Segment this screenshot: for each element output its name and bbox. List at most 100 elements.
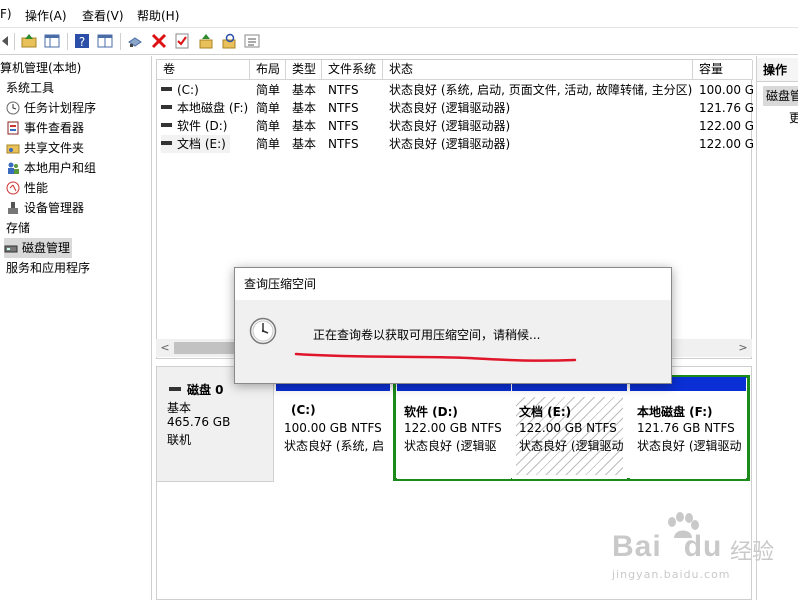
column-header-volume[interactable]: 卷 — [157, 60, 250, 80]
partition-c[interactable]: (C:) 100.00 GB NTFS 状态良好 (系统, 启 — [276, 377, 390, 479]
cell-type: 基本 — [292, 137, 317, 151]
cell-layout: 简单 — [256, 101, 281, 115]
query-shrink-dialog: 查询压缩空间 正在查询卷以获取可用压缩空间，请稍候... — [234, 267, 672, 384]
scroll-left-arrow[interactable]: < — [156, 339, 174, 357]
cell-capacity: 121.76 G — [699, 101, 753, 115]
column-header-status[interactable]: 状态 — [383, 60, 693, 80]
menu-help[interactable]: 帮助(H) — [137, 7, 179, 24]
partition-body: 软件 (D:) 122.00 GB NTFS 状态良好 (逻辑驱 — [401, 397, 507, 475]
watermark-url: jingyan.baidu.com — [612, 568, 731, 581]
partition-name: (C:) — [291, 403, 316, 417]
partition-status: 状态良好 (逻辑驱动 — [637, 439, 742, 453]
export-up-icon[interactable] — [197, 32, 215, 50]
tree-item-shared-folders[interactable]: 共享文件夹 — [6, 138, 84, 158]
partition-status: 状态良好 (逻辑驱 — [404, 439, 497, 453]
actions-item-disk-management[interactable]: 磁盘管 — [763, 86, 798, 106]
tree-item-storage[interactable]: 存储 — [6, 218, 30, 238]
tree-item-task-scheduler[interactable]: 任务计划程序 — [6, 98, 96, 118]
cell-type: 基本 — [292, 101, 317, 115]
cell-capacity: 100.00 G — [699, 83, 753, 97]
actions-header: 操作 — [757, 58, 798, 82]
check-icon[interactable] — [173, 32, 191, 50]
help-icon[interactable]: ? — [73, 32, 91, 50]
show-hide-tree-icon[interactable] — [43, 32, 61, 50]
tree-item-local-users[interactable]: 本地用户和组 — [6, 158, 96, 178]
volume-icon — [161, 105, 172, 109]
menu-view[interactable]: 查看(V) — [82, 7, 124, 24]
cell-capacity: 122.00 G — [699, 137, 753, 151]
actions-item-more[interactable]: 更 — [789, 108, 798, 128]
menu-file[interactable]: F) — [0, 7, 12, 21]
partition-name: 本地磁盘 (F:) — [637, 405, 713, 419]
users-icon — [8, 162, 19, 174]
volume-icon — [161, 141, 172, 145]
tree-item-event-viewer[interactable]: 事件查看器 — [6, 118, 84, 138]
watermark-sub: 经验 — [730, 540, 775, 565]
toolbar: ? — [0, 28, 798, 55]
tree-item-device-manager[interactable]: 设备管理器 — [6, 198, 84, 218]
tree-root[interactable]: 算机管理(本地) — [0, 58, 81, 78]
partition-size: 100.00 GB NTFS — [284, 421, 382, 435]
partition-body: 本地磁盘 (F:) 121.76 GB NTFS 状态良好 (逻辑驱动 — [634, 397, 742, 475]
cell-status: 状态良好 (系统, 启动, 页面文件, 活动, 故障转储, 主分区) — [389, 83, 693, 97]
partition-e[interactable]: 文档 (E:) 122.00 GB NTFS 状态良好 (逻辑驱动 — [512, 377, 627, 479]
disk-label[interactable]: 磁盘 0 基本 465.76 GB 联机 — [157, 367, 274, 482]
partition-size: 122.00 GB NTFS — [404, 421, 502, 435]
cell-status: 状态良好 (逻辑驱动器) — [389, 137, 511, 151]
column-header-capacity[interactable]: 容量 — [693, 60, 753, 80]
partition-status: 状态良好 (逻辑驱动 — [519, 439, 624, 453]
disk-management-icon — [4, 245, 18, 253]
cell-filesystem: NTFS — [328, 137, 359, 151]
shared-folder-icon — [6, 144, 20, 154]
disk-kind: 基本 — [167, 401, 192, 415]
list-icon[interactable] — [243, 32, 261, 50]
performance-icon — [6, 181, 20, 195]
tree-item-performance[interactable]: 性能 — [6, 178, 48, 198]
partition-size: 122.00 GB NTFS — [519, 421, 617, 435]
navigation-tree: 算机管理(本地) 系统工具 任务计划程序 事件查看器 共享文件夹 本地用户和组 … — [0, 56, 152, 600]
partition-name: 软件 (D:) — [404, 405, 458, 419]
cell-filesystem: NTFS — [328, 83, 359, 97]
column-header-type[interactable]: 类型 — [286, 60, 322, 80]
clock-icon — [249, 317, 277, 345]
menu-action[interactable]: 操作(A) — [25, 7, 67, 24]
column-header-filesystem[interactable]: 文件系统 — [322, 60, 383, 80]
disk-state: 联机 — [167, 433, 192, 447]
delete-icon[interactable] — [150, 32, 168, 50]
cell-filesystem: NTFS — [328, 101, 359, 115]
tree-item-disk-management[interactable]: 磁盘管理 — [4, 238, 73, 258]
cell-status: 状态良好 (逻辑驱动器) — [389, 119, 511, 133]
volume-icon — [161, 123, 172, 127]
partition-body: (C:) 100.00 GB NTFS 状态良好 (系统, 启 — [281, 397, 385, 475]
partition-f[interactable]: 本地磁盘 (F:) 121.76 GB NTFS 状态良好 (逻辑驱动 — [630, 377, 746, 479]
partition-d[interactable]: 软件 (D:) 122.00 GB NTFS 状态良好 (逻辑驱 — [397, 377, 511, 479]
tree-item-system-tools[interactable]: 系统工具 — [6, 78, 54, 98]
menu-bar: F) 操作(A) 查看(V) 帮助(H) — [0, 0, 798, 28]
scroll-right-arrow[interactable]: > — [734, 339, 752, 357]
baidu-watermark: Bai du 经验 jingyan.baidu.com — [610, 512, 798, 592]
column-header-layout[interactable]: 布局 — [250, 60, 286, 80]
partition-body: 文档 (E:) 122.00 GB NTFS 状态良好 (逻辑驱动 — [516, 397, 624, 475]
up-folder-icon[interactable] — [20, 32, 38, 50]
partition-name: 文档 (E:) — [519, 405, 572, 419]
search-key-icon[interactable] — [220, 32, 238, 50]
event-log-icon — [7, 121, 19, 135]
table-row[interactable]: 文档 (E:) — [161, 135, 230, 153]
dialog-title: 查询压缩空间 — [235, 268, 671, 300]
properties-icon[interactable] — [96, 32, 114, 50]
cell-type: 基本 — [292, 119, 317, 133]
tree-item-services-apps[interactable]: 服务和应用程序 — [6, 258, 90, 278]
disk-name-row: 磁盘 0 — [169, 381, 224, 398]
table-row[interactable]: (C:) — [161, 81, 199, 99]
cell-layout: 简单 — [256, 137, 281, 151]
cell-status: 状态良好 (逻辑驱动器) — [389, 101, 511, 115]
red-underline-annotation — [294, 352, 577, 362]
connect-icon[interactable] — [126, 32, 144, 50]
table-row[interactable]: 本地磁盘 (F:) — [161, 99, 248, 117]
partition-status: 状态良好 (系统, 启 — [284, 439, 385, 453]
cell-filesystem: NTFS — [328, 119, 359, 133]
back-arrow-icon[interactable] — [0, 32, 18, 50]
table-row[interactable]: 软件 (D:) — [161, 117, 227, 135]
partition-size: 121.76 GB NTFS — [637, 421, 735, 435]
cell-layout: 简单 — [256, 83, 281, 97]
